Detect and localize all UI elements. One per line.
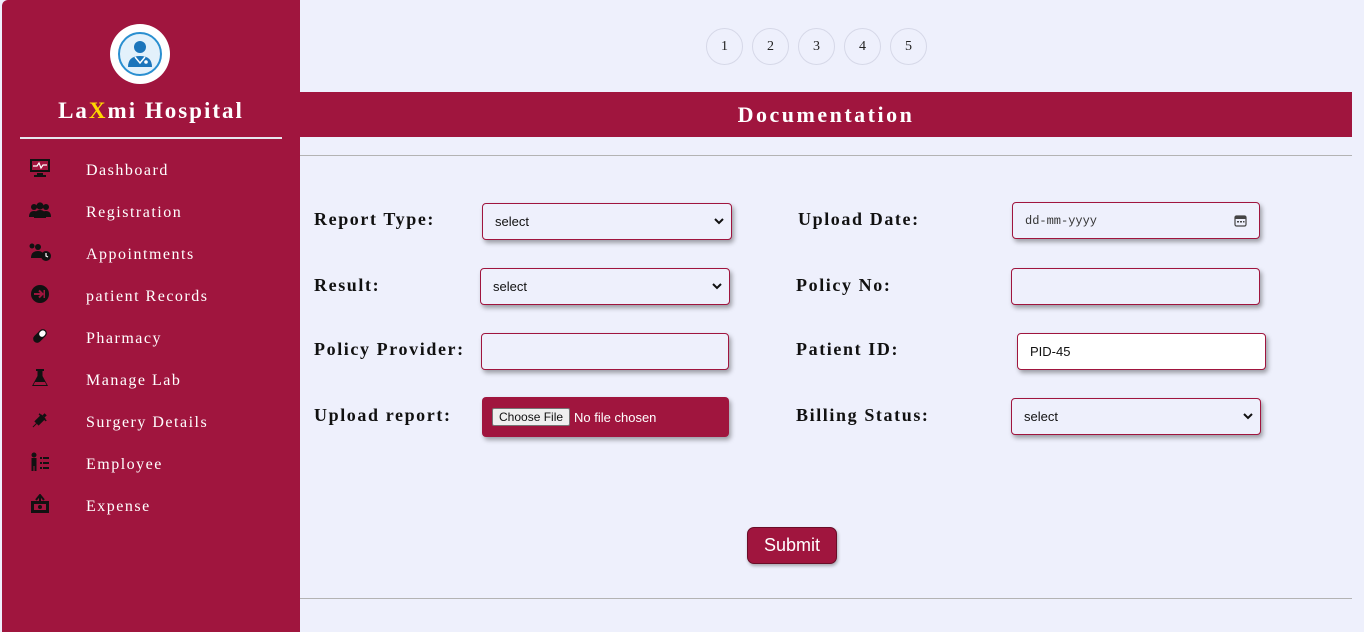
sidebar-item-label: Manage Lab <box>86 372 182 389</box>
users-icon <box>28 200 52 220</box>
result-value: select <box>493 279 527 294</box>
policy-no-input[interactable] <box>1011 268 1260 305</box>
choose-file-button[interactable]: Choose File <box>492 408 571 426</box>
report-type-value: select <box>495 214 529 229</box>
upload-report-file-input[interactable]: Choose File No file chosen <box>482 397 729 437</box>
brand-accent: X <box>88 98 108 123</box>
sidebar-item-employee[interactable]: Employee <box>2 450 300 492</box>
patient-id-label: Patient ID: <box>796 339 900 359</box>
patient-id-input[interactable]: PID-45 <box>1017 333 1266 370</box>
sidebar-item-manage-lab[interactable]: Manage Lab <box>2 366 300 408</box>
user-clock-icon <box>28 242 52 262</box>
page-title: Documentation <box>300 92 1352 137</box>
sidebar-item-label: Dashboard <box>86 162 169 179</box>
sidebar-item-expense[interactable]: Expense <box>2 492 300 534</box>
chevron-down-icon <box>714 218 724 225</box>
policy-no-label: Policy No: <box>796 275 892 295</box>
report-type-select[interactable]: select <box>482 203 732 240</box>
sidebar-item-label: Expense <box>86 498 151 515</box>
chevron-down-icon <box>1243 413 1253 420</box>
bottom-divider <box>300 598 1352 599</box>
page-2-button[interactable]: 2 <box>752 28 789 65</box>
sidebar-item-label: patient Records <box>86 288 209 305</box>
submit-button[interactable]: Submit <box>747 527 837 564</box>
policy-provider-input[interactable] <box>481 333 729 370</box>
patient-id-value: PID-45 <box>1030 344 1071 359</box>
billing-status-label: Billing Status: <box>796 405 930 425</box>
syringe-icon <box>28 410 52 430</box>
brand-suffix: mi Hospital <box>107 98 244 123</box>
report-type-label: Report Type: <box>314 209 436 229</box>
policy-provider-label: Policy Provider: <box>314 339 465 359</box>
billing-status-select[interactable]: select <box>1011 398 1261 435</box>
brand-divider <box>20 137 282 139</box>
monitor-icon <box>28 158 52 178</box>
upload-date-label: Upload Date: <box>798 209 920 229</box>
doctor-logo-icon <box>110 24 170 84</box>
brand-title: LaXmi Hospital <box>20 98 282 124</box>
page-3-button[interactable]: 3 <box>798 28 835 65</box>
sidebar-item-registration[interactable]: Registration <box>2 198 300 240</box>
sidebar-item-label: Appointments <box>86 246 195 263</box>
chevron-down-icon <box>712 283 722 290</box>
calendar-icon[interactable] <box>1234 214 1247 227</box>
upload-date-input[interactable]: dd-mm-yyyy <box>1012 202 1260 239</box>
file-status-text: No file chosen <box>574 409 657 425</box>
sidebar-item-label: Registration <box>86 204 183 221</box>
brand-prefix: La <box>58 98 89 123</box>
sign-in-icon <box>28 284 52 304</box>
step-pagination: 1 2 3 4 5 <box>706 28 927 65</box>
pill-icon <box>28 326 52 346</box>
billing-status-value: select <box>1024 409 1058 424</box>
sidebar-item-appointments[interactable]: Appointments <box>2 240 300 282</box>
upload-report-label: Upload report: <box>314 405 452 425</box>
sidebar-item-label: Employee <box>86 456 163 473</box>
sidebar-item-pharmacy[interactable]: Pharmacy <box>2 324 300 366</box>
sidebar-nav: Dashboard Registration Appointments pati… <box>2 156 300 534</box>
page-5-button[interactable]: 5 <box>890 28 927 65</box>
top-divider <box>300 155 1352 156</box>
result-select[interactable]: select <box>480 268 730 305</box>
sidebar-item-surgery-details[interactable]: Surgery Details <box>2 408 300 450</box>
upload-date-placeholder: dd-mm-yyyy <box>1025 213 1098 228</box>
page-1-button[interactable]: 1 <box>706 28 743 65</box>
sidebar-item-dashboard[interactable]: Dashboard <box>2 156 300 198</box>
main-content: 1 2 3 4 5 Documentation Report Type: sel… <box>300 0 1364 632</box>
page-4-button[interactable]: 4 <box>844 28 881 65</box>
sidebar: LaXmi Hospital Dashboard Registration Ap… <box>2 0 300 632</box>
result-label: Result: <box>314 275 381 295</box>
flask-icon <box>28 368 52 388</box>
sidebar-item-label: Pharmacy <box>86 330 162 347</box>
sidebar-item-label: Surgery Details <box>86 414 209 431</box>
sidebar-item-patient-records[interactable]: patient Records <box>2 282 300 324</box>
money-icon <box>28 494 52 514</box>
person-chart-icon <box>28 452 52 472</box>
